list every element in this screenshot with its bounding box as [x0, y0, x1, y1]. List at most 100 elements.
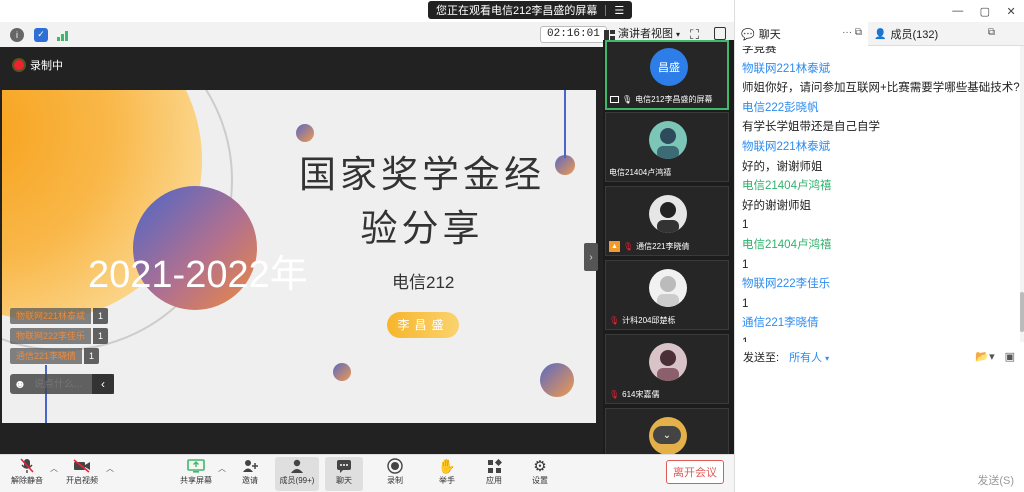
side-panel: — ▢ ✕ 💬 聊天 ··· ⧉ 👤 成员(132) ⧉ 学竞赛 物联网221林…	[734, 0, 1024, 492]
danmaku-item: 物联网222李佳乐 1	[10, 328, 109, 344]
scroll-down-icon[interactable]: ⌄	[653, 426, 681, 444]
tile-name: 计科204邱楚栎	[622, 316, 676, 325]
apps-button[interactable]: 应用	[479, 457, 509, 491]
chat-messages: 学竞赛 物联网221林泰斌 师姐你好，请问参加互联网+比赛需要学哪些基础技术? …	[735, 46, 1021, 342]
chat-message-text: 师姐你好，请问参加互联网+比赛需要学哪些基础技术?	[742, 82, 1020, 95]
chat-button[interactable]: 聊天	[325, 457, 363, 491]
video-tile[interactable]: 电信21404卢鸿禧	[605, 112, 729, 182]
panel-tabs: 💬 聊天 ··· ⧉ 👤 成员(132) ⧉	[735, 22, 1024, 46]
maximize-icon[interactable]: ▢	[980, 5, 990, 18]
danmaku-text: 物联网222李佳乐	[10, 328, 92, 344]
minimize-icon[interactable]: —	[952, 5, 963, 17]
tile-name: 电信21404卢鸿禧	[609, 168, 672, 177]
avatar: 昌盛	[650, 48, 688, 86]
slide-presenter: 李昌盛	[387, 312, 459, 338]
info-icon[interactable]: i	[10, 27, 24, 42]
chat-message-text: 有学长学姐带还是自己自学	[742, 121, 880, 134]
danmaku-input-row: ☻ ‹	[10, 374, 114, 394]
chat-scrollbar[interactable]	[1020, 46, 1024, 342]
slide-title-line2: 验分享	[360, 207, 484, 250]
tab-members[interactable]: 👤 成员(132) ⧉	[868, 22, 1001, 46]
grid-icon	[604, 29, 615, 40]
window-controls: — ▢ ✕	[944, 0, 1024, 22]
send-button[interactable]: 发送(S)	[977, 472, 1014, 488]
settings-button[interactable]: ⚙ 设置	[525, 457, 555, 491]
chat-input[interactable]	[743, 372, 1015, 462]
video-tile[interactable]: 🎙 614宋嘉儒	[605, 334, 729, 404]
tile-label: 🎙 计科204邱楚栎	[609, 315, 725, 326]
tile-name: 通信221李晓倩	[636, 242, 690, 251]
share-screen-label: 共享屏幕	[180, 476, 212, 485]
close-icon[interactable]: ✕	[1007, 5, 1016, 18]
chat-sender: 电信21404卢鸿禧	[742, 238, 832, 251]
leave-meeting-button[interactable]: 离开会议	[666, 460, 724, 484]
small-dot-3	[333, 363, 351, 381]
chevron-up-icon[interactable]: ︿	[218, 463, 226, 474]
start-video-button[interactable]: 开启视频	[62, 457, 102, 491]
tab-chat[interactable]: 💬 聊天 ··· ⧉	[735, 22, 868, 46]
danmaku-item: 物联网221林泰斌 1	[10, 308, 109, 324]
recording-label: 录制中	[30, 60, 63, 72]
tile-name: 电信212李昌盛的屏幕	[635, 95, 713, 104]
send-to-target: 所有人	[789, 352, 823, 364]
danmaku-count: 1	[93, 328, 109, 344]
chat-message-text: 好的谢谢师姐	[742, 199, 811, 212]
user-icon: 👤	[874, 28, 887, 40]
members-button[interactable]: 成员(99+)	[275, 457, 319, 491]
screenshot-icon[interactable]: ▣	[1005, 350, 1015, 363]
invite-label: 邀请	[242, 476, 258, 485]
chat-message-text: 1	[742, 334, 1021, 342]
gallery-toggle-icon[interactable]: ›	[584, 243, 598, 271]
banner-separator	[605, 4, 607, 16]
unmute-button[interactable]: 解除静音	[8, 457, 46, 491]
share-screen-button[interactable]: 共享屏幕	[176, 457, 216, 491]
menu-icon[interactable]: ☰	[614, 4, 624, 17]
chevron-up-icon[interactable]: ︿	[106, 463, 114, 474]
shield-icon[interactable]: ✓	[34, 27, 48, 42]
host-icon: ▲	[609, 241, 620, 252]
send-to-dropdown[interactable]: 所有人 ▾	[789, 349, 829, 365]
video-tile[interactable]: ▲ 🎙 通信221李晓倩	[605, 186, 729, 256]
mic-muted-icon: 🎙	[623, 242, 634, 251]
chevron-down-icon: ▾	[825, 354, 830, 363]
emoji-icon[interactable]: ☻	[10, 374, 30, 394]
members-label: 成员(99+)	[279, 476, 315, 485]
avatar	[649, 269, 687, 307]
invite-button[interactable]: 邀请	[235, 457, 265, 491]
signal-icon[interactable]	[56, 28, 70, 42]
danmaku-item: 通信221李晓倩 1	[10, 348, 108, 364]
tab-chat-label: 聊天	[758, 29, 781, 41]
video-tile[interactable]: 🎙 计科204邱楚栎	[605, 260, 729, 330]
share-screen-icon	[187, 457, 205, 475]
share-banner-text: 您正在观看电信212李昌盛的屏幕	[436, 5, 598, 17]
chat-message-text: 1	[742, 258, 749, 271]
add-user-icon	[242, 457, 258, 475]
gear-icon: ⚙	[533, 458, 547, 475]
file-icon[interactable]: 📂▾	[975, 350, 994, 363]
recording-indicator: 录制中	[14, 57, 63, 73]
chat-label: 聊天	[336, 476, 352, 485]
record-button[interactable]: 录制	[380, 457, 410, 491]
chat-sender: 物联网221林泰斌	[742, 62, 831, 75]
video-tile[interactable]: 昌盛 🎙 电信212李昌盛的屏幕	[605, 40, 729, 110]
collapse-left-icon[interactable]: ‹	[92, 374, 114, 394]
raise-hand-button[interactable]: ✋ 举手	[432, 457, 462, 491]
apps-icon	[487, 457, 502, 475]
sidebar-toggle-icon[interactable]	[714, 27, 726, 40]
danmaku-input[interactable]	[30, 374, 92, 394]
record-icon	[387, 457, 403, 475]
chat-message-text: 1	[742, 297, 749, 310]
chevron-up-icon[interactable]: ︿	[50, 463, 58, 474]
chat-sender: 通信221李晓倩	[742, 317, 819, 330]
danmaku-count: 1	[84, 348, 100, 364]
danmaku-count: 1	[93, 308, 109, 324]
tile-label: 电信21404卢鸿禧	[609, 167, 725, 178]
popout-icon[interactable]: ⧉	[988, 27, 995, 38]
send-to-label: 发送至:	[743, 352, 780, 364]
scroll-thumb[interactable]	[1020, 292, 1024, 332]
hand-icon: ✋	[438, 457, 456, 474]
meeting-window: 您正在观看电信212李昌盛的屏幕 ☰ i ✓ 02:16:01 演讲者视图 ▾ …	[0, 0, 1024, 492]
camera-off-icon	[73, 457, 91, 475]
small-dot-4	[540, 363, 574, 397]
more-icon[interactable]: ··· ⧉	[842, 27, 862, 38]
